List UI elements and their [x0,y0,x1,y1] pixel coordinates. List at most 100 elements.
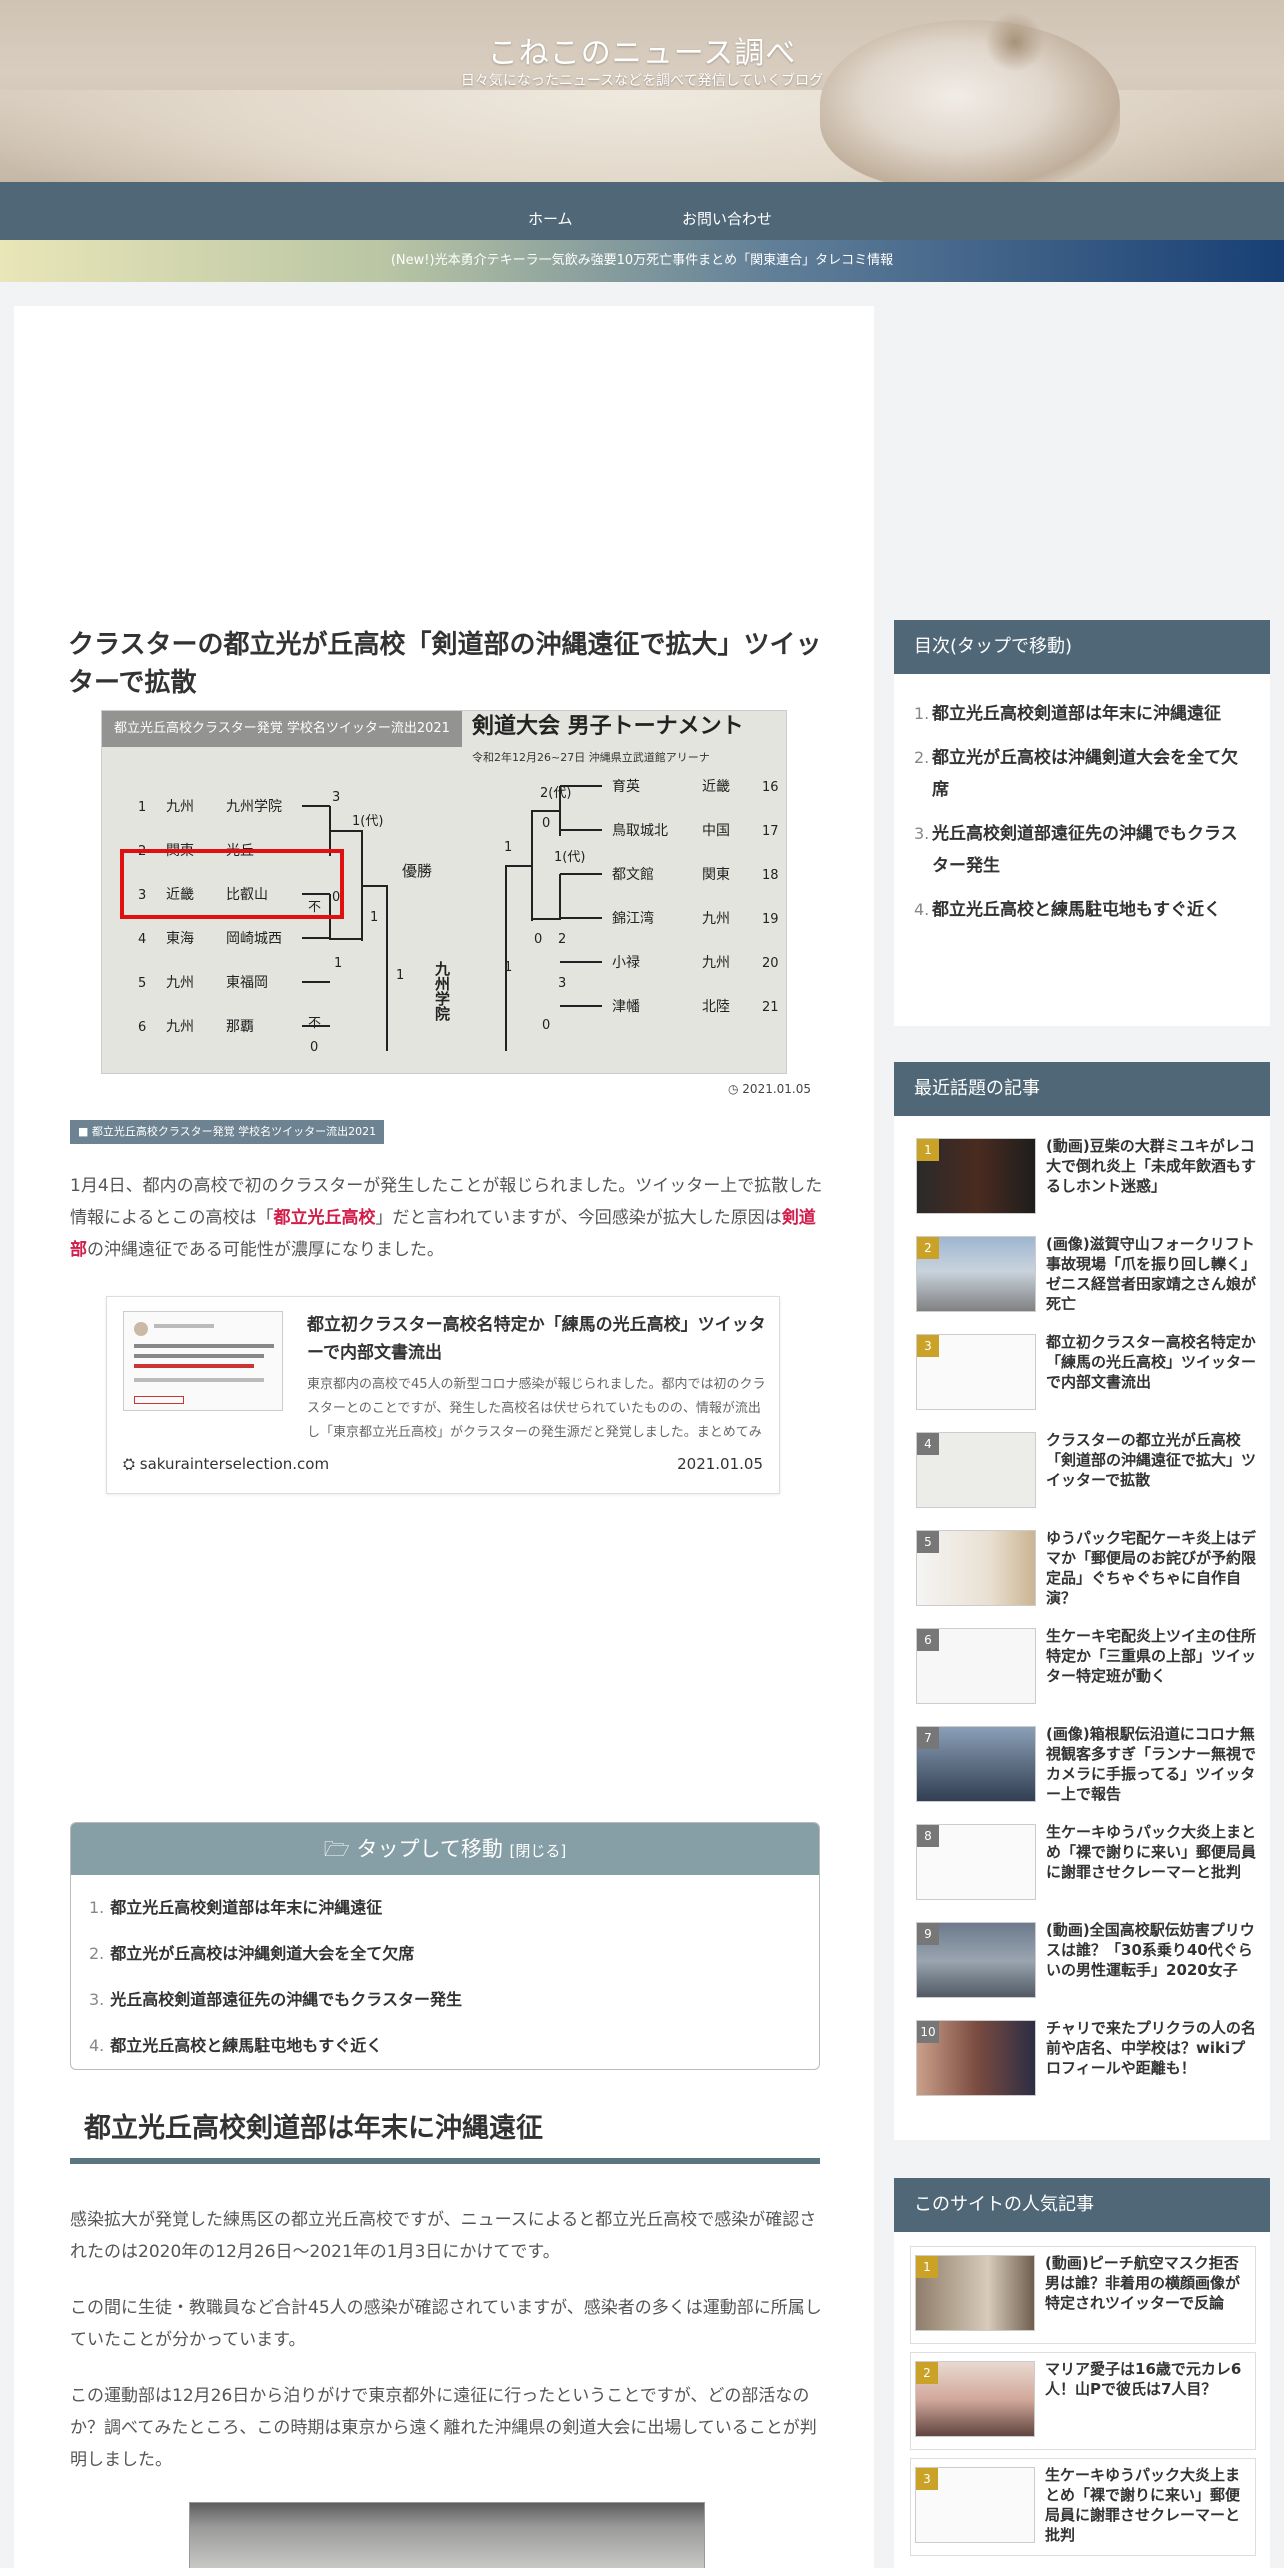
sidebar-toc-item[interactable]: 4. 都立光丘高校と練馬駐屯地もすぐ近く [914,894,1250,926]
bracket-right-region: 九州 [702,911,730,927]
site-title[interactable]: こねこのニュース調べ [0,28,1284,72]
recent-article-item[interactable]: 1 (動画)豆柴の大群ミユキがレコ大で倒れ炎上「未成年飲酒もするしホント迷惑」 [916,1130,1256,1228]
bracket-score-mark: 1 [396,968,404,983]
nav-contact[interactable]: お問い合わせ [682,182,772,240]
bracket-right-school: 錦江湾 [612,910,654,927]
bracket-score-mark: 0 [542,816,550,831]
recent-article-thumbnail: 10 [916,2020,1036,2096]
bracket-score-mark: 1 [334,956,342,971]
blog-card-date: 2021.01.05 [677,1455,763,1473]
bracket-right-region: 北陸 [702,999,730,1015]
recent-article-rank-number: 3 [917,1335,939,1357]
bracket-score-mark: 2 [558,932,566,947]
popular-articles-widget: このサイトの人気記事 1 (動画)ピーチ航空マスク拒否男は誰？非着用の横顔画像が特… [894,2178,1270,2568]
popular-article-title: 生ケーキゆうパック大炎上まとめ「裸で謝りに来い」郵便局員に謝罪させクレーマーと批… [1045,2466,1241,2544]
recent-article-item[interactable]: 4 クラスターの都立光が丘高校「剣道部の沖縄遠征で拡大」ツイッターで拡散 [916,1424,1256,1522]
bracket-score-mark: 1 [504,960,512,975]
recent-article-item[interactable]: 7 (画像)箱根駅伝沿道にコロナ無視観客多すぎ「ランナー無視でカメラに手振ってる」… [916,1718,1256,1816]
bracket-right-region: 九州 [702,955,730,971]
toc-item[interactable]: 2. 都立光が丘高校は沖縄剣道大会を全て欠席 [89,1939,819,1985]
toc-item[interactable]: 3. 光丘高校剣道部遠征先の沖縄でもクラスター発生 [89,1985,819,2031]
toc-item[interactable]: 4. 都立光丘高校と練馬駐屯地もすぐ近く [89,2031,819,2069]
sidebar-toc-widget: 目次(タップで移動) 1. 都立光丘高校剣道部は年末に沖縄遠征 2. 都立光が丘高校… [894,620,1270,1026]
toc-close-button[interactable]: [閉じる] [510,1842,567,1860]
bracket-right-seed: 21 [762,1000,779,1015]
bracket-left-region: 九州 [166,1019,194,1035]
bracket-score-mark: 0 [542,1018,550,1033]
bracket-right-region: 中国 [702,823,730,839]
sidebar-ad-space [894,306,1270,606]
recent-articles-title: 最近話題の記事 [894,1062,1270,1116]
toc-title: タップして移動 [356,1837,503,1861]
sidebar-toc-label: 都立光丘高校と練馬駐屯地もすぐ近く [932,900,1221,920]
site-description: 日々気になったニュースなどを調べて発信していくブログ [460,73,824,89]
popular-articles-list: 1 (動画)ピーチ航空マスク拒否男は誰？非着用の横顔画像が特定されツイッターで反論… [894,2232,1270,2556]
recent-article-item[interactable]: 5 ゆうパック宅配ケーキ炎上はデマか「郵便局のお詫びが予約限定品」ぐちゃぐちゃに自… [916,1522,1256,1620]
body-paragraph: この間に生徒・教職員など合計45人の感染が確認されていますが、感染者の多くは運動… [70,2298,822,2350]
bracket-score-mark: 3 [558,976,566,991]
bracket-center-label: 優勝 [402,862,432,880]
post-date-text: 2021.01.05 [742,1082,812,1096]
toc-item-number: 1. [89,1898,105,1917]
blog-card[interactable]: 都立初クラスター高校名特定か「練馬の光丘高校」ツイッターで内部文書流出 東京都内… [106,1296,780,1494]
bracket-right-school: 津幡 [612,999,640,1015]
table-of-contents: 🗁 タップして移動 [閉じる] 1. 都立光丘高校剣道部は年末に沖縄遠征 2. 都立… [70,1822,820,2070]
recent-article-thumbnail: 2 [916,1236,1036,1312]
bracket-left-seed: 3 [138,888,146,903]
recent-article-rank-number: 6 [917,1629,939,1651]
recent-article-item[interactable]: 3 都立初クラスター高校名特定か「練馬の光丘高校」ツイッターで内部文書流出 [916,1326,1256,1424]
sidebar-toc-item[interactable]: 1. 都立光丘高校剣道部は年末に沖縄遠征 [914,698,1250,730]
recent-article-title: (動画)豆柴の大群ミユキがレコ大で倒れ炎上「未成年飲酒もするしホント迷惑」 [1046,1137,1257,1195]
recent-articles-widget: 最近話題の記事 1 (動画)豆柴の大群ミユキがレコ大で倒れ炎上「未成年飲酒もするし… [894,1062,1270,2140]
recent-article-item[interactable]: 2 (画像)滋賀守山フォークリフト事故現場「爪を振り回し轢く」ゼニス経営者田家靖之… [916,1228,1256,1326]
popular-article-thumbnail: 1 [915,2255,1035,2331]
navbar: ホーム お問い合わせ [0,182,1284,240]
sidebar-toc-item[interactable]: 3. 光丘高校剣道部遠征先の沖縄でもクラスター発生 [914,818,1250,882]
notice-bar[interactable]: (New!)光本勇介テキーラ一気飲み強要10万死亡事件まとめ「関東連合」タレコミ… [0,240,1284,282]
site-header: こねこのニュース調べ 日々気になったニュースなどを調べて発信していくブログ [0,0,1284,182]
popular-article-item[interactable]: 1 (動画)ピーチ航空マスク拒否男は誰？非着用の横顔画像が特定されツイッターで反論 [910,2246,1256,2344]
recent-article-item[interactable]: 10 チャリで来たプリクラの人の名前や店名、中学校は？wikiプロフィールや距離も… [916,2012,1256,2110]
recent-article-item[interactable]: 8 生ケーキゆうパック大炎上まとめ「裸で謝りに来い」郵便局員に謝罪させクレーマーと… [916,1816,1256,1914]
recent-article-rank-number: 5 [917,1531,939,1553]
bracket-right-seed: 16 [762,780,779,795]
recent-article-rank-number: 2 [917,1237,939,1259]
folder-icon: 🗁 [323,1837,357,1861]
recent-article-item[interactable]: 9 (動画)全国高校駅伝妨害プリウスは誰？「30系乗り40代ぐらいの男性運転手」2… [916,1914,1255,2012]
bracket-score-mark: 2(代) [540,786,571,801]
toc-item-label: 光丘高校剣道部遠征先の沖縄でもクラスター発生 [110,1990,462,2009]
bracket-right-seed: 18 [762,868,779,883]
recent-article-thumbnail: 5 [916,1530,1036,1606]
toc-item-number: 4. [89,2036,105,2055]
intro-highlight-school: 都立光丘高校 [273,1208,376,1228]
sidebar-toc-label: 光丘高校剣道部遠征先の沖縄でもクラスター発生 [932,824,1238,876]
toc-item[interactable]: 1. 都立光丘高校剣道部は年末に沖縄遠征 [89,1893,819,1939]
clock-icon: ◷ [728,1082,743,1096]
category-label[interactable]: ■ 都立光丘高校クラスター発覚 学校名ツイッター流出2021 [70,1120,385,1144]
recent-article-title: (画像)箱根駅伝沿道にコロナ無視観客多すぎ「ランナー無視でカメラに手振ってる」ツ… [1046,1725,1257,1803]
ad-space [14,306,874,606]
bracket-right-seed: 17 [762,824,779,839]
bracket-right-school: 都文館 [612,866,654,883]
eyecatch-label[interactable]: 都立光丘高校クラスター発覚 学校名ツイッター流出2021 [102,711,462,747]
bracket-right-school: 小禄 [612,955,640,971]
popular-article-item[interactable]: 3 生ケーキゆうパック大炎上まとめ「裸で謝りに来い」郵便局員に謝罪させクレーマーと… [910,2458,1256,2556]
bracket-right-region: 近畿 [702,779,730,795]
sidebar-toc-number: 3. [914,824,930,843]
bracket-heading: 剣道大会 男子トーナメント [471,713,744,739]
bracket-right-seed: 20 [762,956,779,971]
recent-article-item[interactable]: 6 生ケーキ宅配炎上ツイ主の住所特定か「三重県の上部」ツイッター特定班が動く [916,1620,1256,1718]
sidebar-toc-title: 目次(タップで移動) [894,620,1270,674]
nav-home[interactable]: ホーム [528,182,573,240]
popular-article-item[interactable]: 2 マリア愛子は16歳で元カレ6人！山Pで彼氏は7人目？ [910,2352,1256,2450]
bracket-score-mark: 0 [310,1040,318,1055]
bracket-left-region: 九州 [166,799,194,815]
toc-header[interactable]: 🗁 タップして移動 [閉じる] [71,1823,819,1875]
bracket-right-region: 関東 [702,867,730,883]
article-title: クラスターの都立光が丘高校「剣道部の沖縄遠征で拡大」ツイッターで拡散 [68,630,822,698]
toc-item-label: 都立光丘高校剣道部は年末に沖縄遠征 [110,1898,383,1917]
bracket-left-region: 東海 [166,931,194,947]
bracket-score-mark: 0 [332,890,340,905]
bracket-right-school: 育英 [612,778,640,795]
sidebar-toc-item[interactable]: 2. 都立光が丘高校は沖縄剣道大会を全て欠席 [914,742,1250,806]
